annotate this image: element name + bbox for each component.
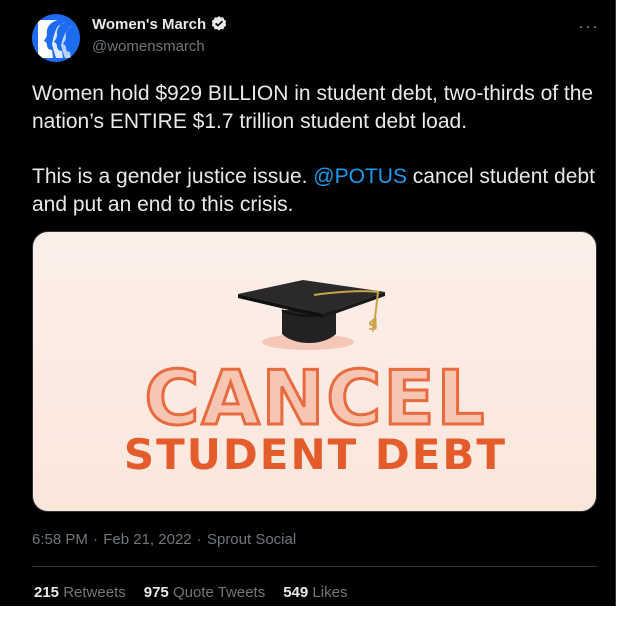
verified-badge-icon xyxy=(211,16,227,31)
image-subheadline: STUDENT DEBT xyxy=(123,430,508,479)
likes-count: 549 xyxy=(283,584,309,601)
author-name-row: Women's March xyxy=(92,15,228,33)
tweet-metadata: 6:58 PM · Feb 21, 2022 · Sprout Social xyxy=(32,531,296,548)
tweet-media-image[interactable]: $ CANCEL STUDENT DEBT xyxy=(32,231,597,512)
avatar[interactable] xyxy=(32,14,80,62)
author-handle[interactable]: @womensmarch xyxy=(92,38,205,55)
tweet-source[interactable]: Sprout Social xyxy=(207,531,296,548)
retweets-label: Retweets xyxy=(63,584,126,601)
tweet-text-segment: This is a gender justice issue. xyxy=(32,165,314,188)
graduation-cap-icon xyxy=(238,280,385,350)
quote-tweets-count: 975 xyxy=(143,584,169,601)
mention-link[interactable]: @POTUS xyxy=(313,165,407,188)
tweet-paragraph-1: Women hold $929 BILLION in student debt,… xyxy=(32,82,594,133)
quote-tweets-stat[interactable]: 975 Quote Tweets xyxy=(144,584,265,601)
display-name[interactable]: Women's March xyxy=(92,16,206,33)
tweet-date[interactable]: Feb 21, 2022 xyxy=(103,531,191,548)
tassel-dollar-glyph: $ xyxy=(368,318,378,334)
divider xyxy=(32,566,597,567)
likes-stat[interactable]: 549 Likes xyxy=(283,584,347,601)
quote-tweets-label: Quote Tweets xyxy=(172,584,266,601)
womens-march-logo-icon xyxy=(38,20,72,58)
tweet-card: Women's March @womensmarch ··· Women hol… xyxy=(0,0,616,606)
tweet-text: Women hold $929 BILLION in student debt,… xyxy=(32,80,602,219)
likes-label: Likes xyxy=(312,584,348,601)
tweet-stats: 215 Retweets 975 Quote Tweets 549 Likes xyxy=(34,584,347,601)
tweet-time[interactable]: 6:58 PM xyxy=(32,531,88,548)
tweet-paragraph-2: This is a gender justice issue. @POTUS c… xyxy=(32,163,602,219)
retweets-count: 215 xyxy=(34,584,60,601)
retweets-stat[interactable]: 215 Retweets xyxy=(34,584,126,601)
meta-separator: · xyxy=(196,531,202,548)
image-headline: CANCEL xyxy=(143,354,487,442)
meta-separator: · xyxy=(93,531,99,548)
more-options-icon[interactable]: ··· xyxy=(578,16,599,37)
